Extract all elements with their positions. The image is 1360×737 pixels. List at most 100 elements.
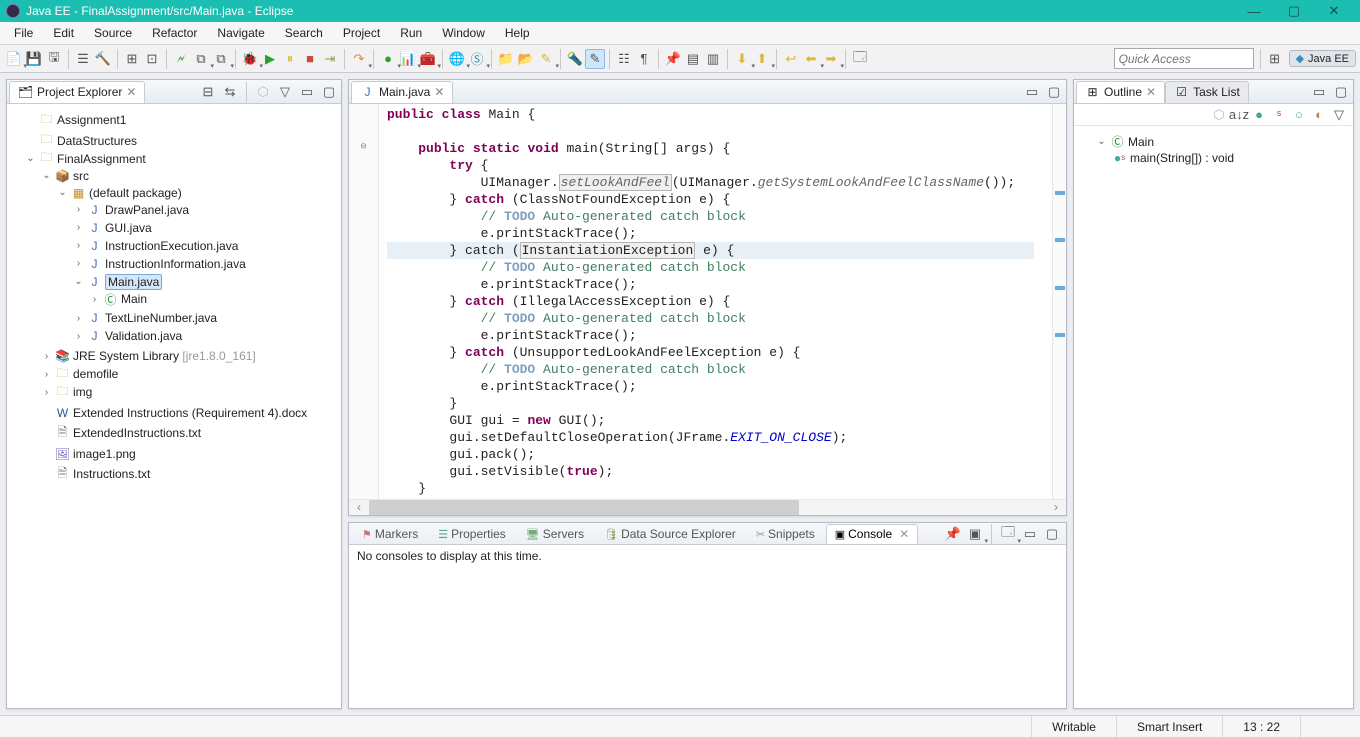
menu-window[interactable]: Window — [432, 23, 495, 43]
maximize-view-button[interactable]: ▢ — [1044, 82, 1064, 102]
close-icon[interactable]: ✕ — [434, 85, 444, 99]
external-tools-button[interactable]: 🧰▾ — [418, 49, 438, 69]
tree-project-datastructures[interactable]: 🗀DataStructures — [25, 133, 137, 148]
chevron-right-icon[interactable]: › — [41, 369, 52, 380]
tab-markers[interactable]: ⚑Markers — [353, 524, 427, 544]
tree-file-image1[interactable]: 🖼image1.png — [41, 446, 136, 461]
show-whitespace-button[interactable]: ¶ — [634, 49, 654, 69]
project-explorer-tab[interactable]: 🗂 Project Explorer ✕ — [9, 81, 145, 103]
menu-edit[interactable]: Edit — [43, 23, 84, 43]
tab-dse[interactable]: 🛢Data Source Explorer — [595, 524, 745, 544]
open-task-button[interactable]: ⊡ — [142, 49, 162, 69]
chevron-right-icon[interactable]: › — [89, 294, 100, 305]
tab-snippets[interactable]: ✂Snippets — [747, 524, 824, 544]
build-button[interactable]: 🔨 — [93, 49, 113, 69]
save-all-button[interactable]: 🖫 — [44, 49, 64, 69]
menu-search[interactable]: Search — [275, 23, 333, 43]
code-editor[interactable]: ⊖ public class Main { public st — [349, 104, 1066, 499]
menu-source[interactable]: Source — [84, 23, 142, 43]
debug-button[interactable]: 🐞▾ — [240, 49, 260, 69]
profile-server-button[interactable]: ⧉▾ — [211, 49, 231, 69]
tree-jre[interactable]: ›📚JRE System Library [jre1.8.0_161] — [41, 349, 256, 364]
new-project-button[interactable]: 📁 — [496, 49, 516, 69]
search-button[interactable]: 🔦▾ — [565, 49, 585, 69]
collapse-all-button[interactable]: ⊟ — [198, 82, 218, 102]
step-button[interactable]: ↷▾ — [349, 49, 369, 69]
tree-file-gui[interactable]: ›JGUI.java — [73, 220, 152, 235]
open-console-button[interactable]: 🗔▾ — [998, 524, 1018, 544]
tab-console[interactable]: ▣Console ✕ — [826, 524, 919, 544]
tree-folder-img[interactable]: ›🗀img — [41, 385, 92, 400]
minimize-view-button[interactable]: ▭ — [1022, 82, 1042, 102]
toggle-breadcrumb-button[interactable]: ☷ — [614, 49, 634, 69]
chevron-down-icon[interactable]: ⌄ — [41, 170, 52, 181]
toggle-mark-button[interactable]: ▥ — [703, 49, 723, 69]
new-file-button[interactable]: 📂 — [516, 49, 536, 69]
tab-properties[interactable]: ☰Properties — [429, 524, 515, 544]
menu-refactor[interactable]: Refactor — [142, 23, 207, 43]
editor-tab-main[interactable]: J Main.java ✕ — [351, 81, 453, 103]
tree-file-validation[interactable]: ›JValidation.java — [73, 329, 182, 344]
new-ejb-button[interactable]: Ⓢ▾ — [467, 49, 487, 69]
open-type-button[interactable]: ⊞ — [122, 49, 142, 69]
tree-project-finalassignment[interactable]: ⌄🗀FinalAssignment — [25, 151, 146, 166]
menu-project[interactable]: Project — [333, 23, 390, 43]
outline-method-main[interactable]: ●smain(String[]) : void — [1112, 150, 1234, 165]
maximize-view-button[interactable]: ▢ — [1331, 82, 1351, 102]
window-minimize-button[interactable]: — — [1234, 0, 1274, 22]
chevron-right-icon[interactable]: › — [73, 240, 84, 251]
stop-button[interactable]: ■ — [300, 49, 320, 69]
menu-navigate[interactable]: Navigate — [207, 23, 274, 43]
maximize-view-button[interactable]: ▢ — [1042, 524, 1062, 544]
menu-file[interactable]: File — [4, 23, 43, 43]
save-button[interactable]: 💾 — [24, 49, 44, 69]
open-perspective-button[interactable]: ⊞ — [1265, 49, 1285, 69]
last-edit-button[interactable]: ↩ — [781, 49, 801, 69]
perspective-javaee[interactable]: ◆ Java EE — [1289, 50, 1356, 67]
chevron-right-icon[interactable]: › — [73, 313, 84, 324]
outline-tree[interactable]: ⌄ⒸMain ●smain(String[]) : void — [1074, 126, 1353, 708]
chevron-down-icon[interactable]: ⌄ — [25, 153, 36, 164]
tree-file-instructions-txt[interactable]: 🗎Instructions.txt — [41, 467, 150, 482]
chevron-right-icon[interactable]: › — [41, 351, 52, 362]
chevron-right-icon[interactable]: › — [73, 331, 84, 342]
toggle-block-button[interactable]: ▤ — [683, 49, 703, 69]
show-view-button[interactable]: 🗔 — [850, 49, 870, 69]
hide-fields-button[interactable]: ● — [1249, 105, 1269, 125]
maximize-view-button[interactable]: ▢ — [319, 82, 339, 102]
minimize-view-button[interactable]: ▭ — [297, 82, 317, 102]
menu-help[interactable]: Help — [495, 23, 540, 43]
next-annotation-button[interactable]: ⬇▾ — [732, 49, 752, 69]
tree-project-assignment1[interactable]: 🗀Assignment1 — [25, 113, 126, 128]
chevron-down-icon[interactable]: ⌄ — [1096, 136, 1107, 147]
disconnect-button[interactable]: ⇥ — [320, 49, 340, 69]
tree-folder-demofile[interactable]: ›🗀demofile — [41, 367, 118, 382]
editor-gutter[interactable]: ⊖ — [349, 104, 379, 499]
focus-button[interactable]: ⬡ — [1209, 105, 1229, 125]
overview-ruler[interactable] — [1052, 104, 1066, 499]
run-as-button[interactable]: ●▾ — [378, 49, 398, 69]
project-tree[interactable]: 🗀Assignment1 🗀DataStructures ⌄🗀FinalAssi… — [7, 104, 341, 708]
tab-servers[interactable]: 🖥Servers — [517, 524, 593, 544]
tree-default-package[interactable]: ⌄▦(default package) — [57, 185, 182, 200]
sort-button[interactable]: a↓z — [1229, 105, 1249, 125]
outline-tab[interactable]: ⊞ Outline ✕ — [1076, 81, 1165, 103]
horizontal-scrollbar[interactable]: ‹ › — [349, 499, 1066, 515]
chevron-right-icon[interactable]: › — [73, 204, 84, 215]
hide-static-button[interactable]: ˢ — [1269, 105, 1289, 125]
tree-file-textlinenumber[interactable]: ›JTextLineNumber.java — [73, 311, 217, 326]
switch-editor-button[interactable]: ☰ — [73, 49, 93, 69]
minimize-view-button[interactable]: ▭ — [1309, 82, 1329, 102]
chevron-right-icon[interactable]: › — [73, 258, 84, 269]
chevron-right-icon[interactable]: › — [41, 387, 52, 398]
tree-file-drawpanel[interactable]: ›JDrawPanel.java — [73, 202, 189, 217]
new-button[interactable]: 📄▾ — [4, 49, 24, 69]
new-servlet-button[interactable]: 🌐▾ — [447, 49, 467, 69]
close-icon[interactable]: ✕ — [126, 85, 136, 99]
chevron-right-icon[interactable]: › — [73, 222, 84, 233]
pin-console-button[interactable]: 📌 — [943, 524, 963, 544]
tree-file-instructioninformation[interactable]: ›JInstructionInformation.java — [73, 256, 246, 271]
outline-class-main[interactable]: ⌄ⒸMain — [1096, 134, 1154, 149]
suspend-button[interactable]: ⏸ — [280, 49, 300, 69]
window-close-button[interactable]: ✕ — [1314, 0, 1354, 22]
